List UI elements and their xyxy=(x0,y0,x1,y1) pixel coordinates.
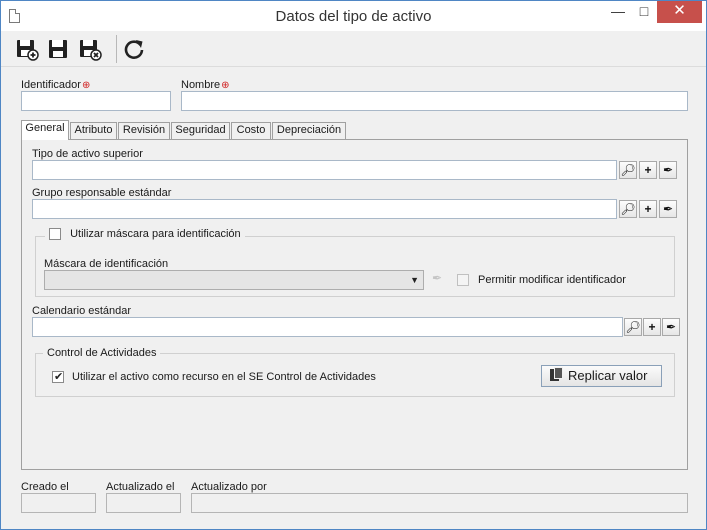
identifier-label-text: Identificador xyxy=(21,79,81,91)
mask-checkbox-label: Utilizar máscara para identificación xyxy=(70,228,241,241)
refresh-icon xyxy=(124,40,144,59)
refresh-button[interactable] xyxy=(122,37,146,61)
updated-by-label: Actualizado por xyxy=(191,481,267,493)
required-icon: ⊕ xyxy=(221,80,230,91)
eraser-icon: ✒ xyxy=(662,163,674,177)
calendar-label: Calendario estándar xyxy=(32,305,132,317)
copy-icon xyxy=(550,367,564,382)
activity-control-groupbox: Control de Actividades Utilizar el activ… xyxy=(35,347,675,397)
dialog-window: Datos del tipo de activo — □ ✕ Identific… xyxy=(0,0,707,530)
general-tab-panel: Tipo de activo superior 🔎︎ + ✒ Grupo res… xyxy=(21,139,688,470)
save-new-button[interactable] xyxy=(15,37,39,61)
eraser-icon: ✒ xyxy=(662,202,674,216)
search-icon: 🔎︎ xyxy=(625,320,641,334)
responsible-group-input[interactable] xyxy=(32,199,617,219)
save-close-icon xyxy=(80,40,102,61)
add-button[interactable]: + xyxy=(639,200,657,218)
minimize-button[interactable]: — xyxy=(605,1,631,23)
created-field xyxy=(21,493,96,513)
maximize-button[interactable]: □ xyxy=(631,1,657,23)
clear-button[interactable]: ✒ xyxy=(662,318,680,336)
title-bar[interactable]: Datos del tipo de activo — □ ✕ xyxy=(1,1,706,31)
plus-icon: + xyxy=(644,202,652,216)
clear-button[interactable]: ✒ xyxy=(659,200,677,218)
save-button[interactable] xyxy=(46,37,70,61)
save-new-icon xyxy=(17,40,39,61)
replicate-value-button[interactable]: Replicar valor xyxy=(541,365,662,387)
window-title: Datos del tipo de activo xyxy=(275,8,432,25)
save-icon xyxy=(49,40,67,58)
chevron-down-icon: ▼ xyxy=(410,275,419,285)
tab-depreciacion[interactable]: Depreciación xyxy=(272,122,346,139)
search-button[interactable]: 🔎︎ xyxy=(619,161,637,179)
mask-checkbox[interactable] xyxy=(49,228,61,241)
clear-mask-icon: ✒ xyxy=(431,271,443,285)
use-as-resource-checkbox[interactable] xyxy=(52,370,64,383)
mask-label: Máscara de identificación xyxy=(44,258,169,270)
name-label: Nombre⊕ xyxy=(181,79,230,91)
identifier-label: Identificador⊕ xyxy=(21,79,90,91)
search-button[interactable]: 🔎︎ xyxy=(619,200,637,218)
tab-atributo[interactable]: Atributo xyxy=(70,122,117,139)
mask-select[interactable]: ▼ xyxy=(44,270,424,290)
tab-seguridad[interactable]: Seguridad xyxy=(171,122,230,139)
created-label: Creado el xyxy=(21,481,69,493)
name-input[interactable] xyxy=(181,91,688,111)
use-as-resource-label: Utilizar el activo como recurso en el SE… xyxy=(72,371,376,383)
replicate-value-label: Replicar valor xyxy=(568,368,648,383)
plus-icon: + xyxy=(644,163,652,177)
name-label-text: Nombre xyxy=(181,79,221,91)
plus-icon: + xyxy=(648,320,656,334)
close-button[interactable]: ✕ xyxy=(657,1,702,23)
eraser-icon: ✒ xyxy=(665,320,677,334)
parent-type-input[interactable] xyxy=(32,160,617,180)
search-button[interactable]: 🔎︎ xyxy=(624,318,642,336)
toolbar xyxy=(1,31,706,67)
allow-modify-label: Permitir modificar identificador xyxy=(478,274,626,286)
save-close-button[interactable] xyxy=(78,37,102,61)
identifier-input[interactable] xyxy=(21,91,171,111)
activity-control-legend: Control de Actividades xyxy=(43,347,161,359)
toolbar-separator xyxy=(116,35,117,63)
allow-modify-checkbox[interactable] xyxy=(457,274,469,286)
add-button[interactable]: + xyxy=(643,318,661,336)
updated-label: Actualizado el xyxy=(106,481,175,493)
search-icon: 🔎︎ xyxy=(620,202,636,216)
required-icon: ⊕ xyxy=(81,80,91,91)
tab-general[interactable]: General xyxy=(21,120,69,140)
parent-type-label: Tipo de activo superior xyxy=(32,148,143,160)
add-button[interactable]: + xyxy=(639,161,657,179)
updated-field xyxy=(106,493,181,513)
calendar-input[interactable] xyxy=(32,317,623,337)
tab-revision[interactable]: Revisión xyxy=(118,122,170,139)
search-icon: 🔎︎ xyxy=(620,163,636,177)
mask-groupbox: Utilizar máscara para identificación Más… xyxy=(35,228,675,297)
updated-by-field xyxy=(191,493,688,513)
responsible-group-label: Grupo responsable estándar xyxy=(32,187,172,199)
mask-legend: Utilizar máscara para identificación xyxy=(45,228,245,241)
clear-button[interactable]: ✒ xyxy=(659,161,677,179)
tab-costo[interactable]: Costo xyxy=(231,122,271,139)
